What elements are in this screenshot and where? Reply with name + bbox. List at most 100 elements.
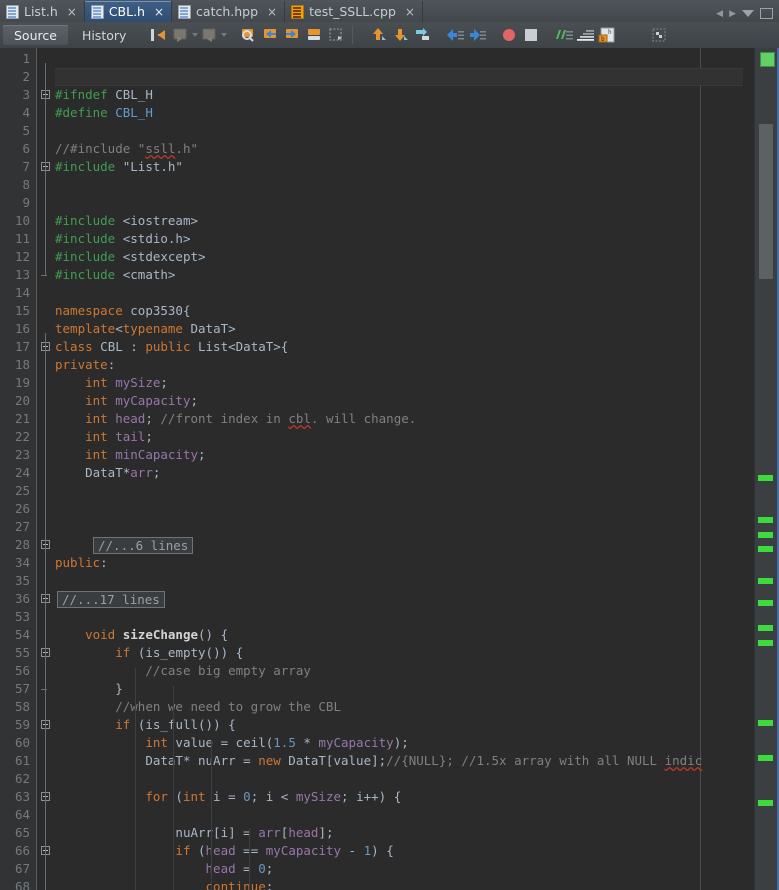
scroll-tabs-left-icon[interactable]: ◀ (716, 9, 723, 19)
code-line[interactable]: 26 (0, 500, 779, 518)
code-line[interactable]: 28 //...6 lines (0, 536, 779, 554)
code-line[interactable]: 35 (0, 572, 779, 590)
code-line[interactable]: 12 #include <stdexcept> (0, 248, 779, 266)
code-line[interactable]: 58 //when we need to grow the CBL (0, 698, 779, 716)
code-line[interactable]: 55 if (is_empty()) { (0, 644, 779, 662)
code-line[interactable]: 22 int tail; (0, 428, 779, 446)
toggle-bookmark-icon[interactable] (303, 25, 325, 45)
code-line[interactable]: 9 (0, 194, 779, 212)
uncomment-icon[interactable] (574, 25, 596, 45)
tab-catch-hpp[interactable]: catch.hpp × (172, 1, 286, 22)
change-marker[interactable] (758, 625, 773, 631)
code-line[interactable]: 16 template<typename DataT> (0, 320, 779, 338)
change-marker[interactable] (758, 532, 773, 538)
error-stripe[interactable] (754, 48, 779, 890)
code-line[interactable]: 34 public: (0, 554, 779, 572)
code-line[interactable]: 24 DataT*arr; (0, 464, 779, 482)
change-marker[interactable] (758, 578, 773, 584)
code-line[interactable]: 61 DataT* nuArr = new DataT[value];//{NU… (0, 752, 779, 770)
change-marker[interactable] (758, 517, 773, 523)
vertical-scrollbar-thumb[interactable] (759, 124, 773, 279)
code-line[interactable]: 17 class CBL : public List<DataT>{ (0, 338, 779, 356)
vertical-scrollbar-track[interactable] (755, 120, 779, 890)
tab-test-ssll-cpp[interactable]: test_SSLL.cpp × (285, 1, 423, 22)
comment-icon[interactable] (552, 25, 574, 45)
code-line[interactable]: 57 } (0, 680, 779, 698)
code-line[interactable]: 27 (0, 518, 779, 536)
code-line[interactable]: 1 (0, 50, 779, 68)
code-line[interactable]: 68 continue; (0, 878, 779, 890)
code-line[interactable]: 7 #include "List.h" (0, 158, 779, 176)
next-bookmark-icon[interactable] (281, 25, 303, 45)
find-selection-icon[interactable] (237, 25, 259, 45)
code-line[interactable]: 36 //...17 lines (0, 590, 779, 608)
code-line[interactable]: 3 #ifndef CBL_H (0, 86, 779, 104)
inspect-members-icon[interactable]: h b (596, 25, 618, 45)
code-line[interactable]: 15 namespace cop3530{ (0, 302, 779, 320)
change-marker[interactable] (758, 720, 773, 726)
code-line[interactable]: 64 (0, 806, 779, 824)
change-marker[interactable] (758, 640, 773, 646)
code-line[interactable]: 56 //case big empty array (0, 662, 779, 680)
change-marker[interactable] (758, 546, 773, 552)
code-line[interactable]: 66 if (head == myCapacity - 1) { (0, 842, 779, 860)
code-line[interactable]: 54 void sizeChange() { (0, 626, 779, 644)
redo-dropdown-chevron-down-icon[interactable] (221, 33, 228, 37)
code-line[interactable]: 19 int mySize; (0, 374, 779, 392)
tab-close-icon[interactable]: × (154, 6, 164, 18)
code-line[interactable]: 65 nuArr[i] = arr[head]; (0, 824, 779, 842)
code-line[interactable]: 18 private: (0, 356, 779, 374)
code-line[interactable]: 25 (0, 482, 779, 500)
change-marker[interactable] (758, 600, 773, 606)
next-error-icon[interactable] (466, 25, 488, 45)
code-line[interactable]: 6 //#include "ssll.h" (0, 140, 779, 158)
code-editor[interactable]: 1 2 3 #ifndef CBL_H 4 #define CBL_H 5 6//#inclu… (0, 48, 779, 890)
code-line[interactable]: 5 (0, 122, 779, 140)
code-line[interactable]: 2 (0, 68, 779, 86)
code-line[interactable]: 53 (0, 608, 779, 626)
change-marker[interactable] (758, 475, 773, 481)
toggle-breakpoint-icon[interactable] (498, 25, 520, 45)
code-line[interactable]: 10 #include <iostream> (0, 212, 779, 230)
tab-list-h[interactable]: List.h × (0, 1, 85, 22)
maximize-icon[interactable] (760, 8, 773, 19)
code-line[interactable]: 63 for (int i = 0; i < mySize; i++) { (0, 788, 779, 806)
code-line[interactable]: 11 #include <stdio.h> (0, 230, 779, 248)
code-line[interactable]: 60 int value = ceil(1.5 * myCapacity); (0, 734, 779, 752)
previous-bookmark-icon[interactable] (259, 25, 281, 45)
code-line[interactable]: 13 #include <cmath> (0, 266, 779, 284)
redo-icon[interactable] (198, 25, 220, 45)
code-line[interactable]: 59 if (is_full()) { (0, 716, 779, 734)
tab-source[interactable]: Source (3, 25, 68, 45)
code-line[interactable]: 8 (0, 176, 779, 194)
start-macro-recording-icon[interactable] (412, 25, 434, 45)
code-line[interactable]: 21 int head; //front index in cbl. will … (0, 410, 779, 428)
shift-line-down-icon[interactable] (390, 25, 412, 45)
tab-close-icon[interactable]: × (267, 6, 277, 18)
code-line[interactable]: 67 head = 0; (0, 860, 779, 878)
customize-toolbar-icon[interactable] (648, 25, 670, 45)
code-line[interactable]: 23 int minCapacity; (0, 446, 779, 464)
tab-history[interactable]: History (71, 25, 137, 45)
folded-region[interactable]: //...17 lines (57, 590, 165, 609)
status-badge[interactable] (760, 52, 775, 67)
previous-error-icon[interactable] (444, 25, 466, 45)
code-line[interactable]: 20 int myCapacity; (0, 392, 779, 410)
undo-icon[interactable] (169, 25, 191, 45)
code-line[interactable]: 62 (0, 770, 779, 788)
folded-region[interactable]: //...6 lines (93, 536, 194, 555)
last-edit-icon[interactable] (147, 25, 169, 45)
code-line[interactable]: 4 #define CBL_H (0, 104, 779, 122)
tab-cbl-h[interactable]: CBL.h × (84, 1, 173, 22)
tab-close-icon[interactable]: × (405, 6, 415, 18)
shift-line-up-icon[interactable] (368, 25, 390, 45)
line-number: 8 (22, 177, 30, 192)
code-line[interactable]: 14 (0, 284, 779, 302)
chevron-down-icon[interactable] (742, 10, 754, 17)
change-marker[interactable] (758, 800, 773, 806)
toggle-rectangular-selection-icon[interactable] (325, 25, 347, 45)
tab-close-icon[interactable]: × (67, 6, 77, 18)
change-marker[interactable] (758, 755, 773, 761)
stop-icon[interactable] (520, 25, 542, 45)
scroll-tabs-right-icon[interactable]: ▶ (729, 9, 736, 19)
